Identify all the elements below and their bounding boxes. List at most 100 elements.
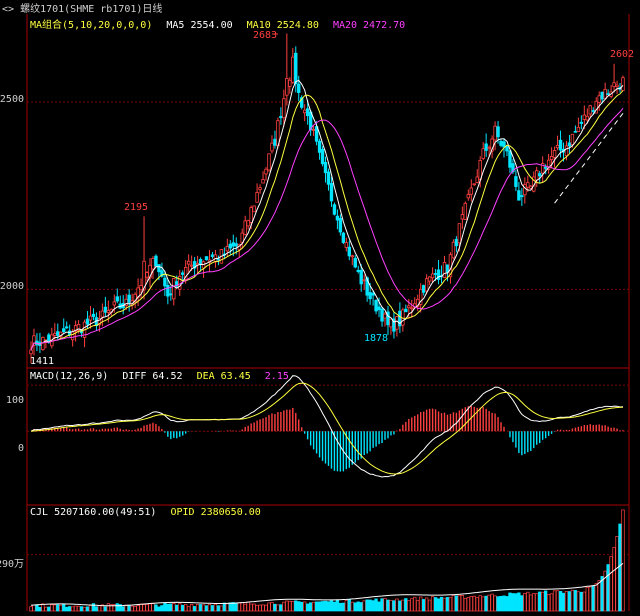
volume-bar bbox=[285, 600, 289, 612]
candle-body bbox=[103, 306, 108, 313]
volume-bar bbox=[166, 603, 170, 612]
candle-body bbox=[181, 272, 185, 275]
candle-body bbox=[154, 255, 158, 267]
candle-body bbox=[198, 258, 203, 265]
ma10-line bbox=[30, 90, 624, 351]
volume-bar bbox=[53, 604, 57, 612]
volume-bar bbox=[612, 546, 616, 612]
volume-bar bbox=[314, 601, 319, 612]
volume-bar bbox=[436, 598, 441, 612]
candle-body bbox=[145, 272, 149, 278]
candle-body bbox=[163, 277, 167, 287]
volume-bar bbox=[413, 596, 417, 612]
candle-body bbox=[499, 140, 503, 146]
candle-body bbox=[112, 301, 116, 306]
candle-body bbox=[70, 331, 75, 341]
candle-body bbox=[311, 129, 316, 131]
volume-bar bbox=[398, 600, 402, 612]
volume-bar bbox=[618, 523, 622, 612]
volume-bar bbox=[332, 601, 337, 612]
candle-body bbox=[359, 269, 363, 285]
candle-body bbox=[514, 176, 518, 187]
candle-body bbox=[169, 293, 173, 296]
volume-bar bbox=[502, 595, 506, 612]
volume-bar bbox=[201, 604, 206, 612]
candle-body bbox=[297, 83, 301, 93]
candle-body bbox=[88, 315, 93, 321]
candle-body bbox=[243, 220, 247, 235]
candle-body bbox=[383, 313, 387, 319]
volume-bar bbox=[561, 592, 566, 612]
volume-bar bbox=[442, 597, 447, 612]
volume-bar bbox=[514, 593, 518, 612]
volume-bar bbox=[79, 606, 84, 612]
volume-bar bbox=[246, 601, 250, 612]
volume-bar bbox=[160, 605, 164, 612]
candlestick-series[interactable] bbox=[29, 33, 625, 364]
volume-bar bbox=[231, 602, 235, 612]
volume-bar bbox=[181, 604, 185, 612]
price-tick-2000: 2000 bbox=[0, 281, 24, 292]
candle-body bbox=[520, 195, 524, 198]
candle-body bbox=[582, 114, 587, 120]
volume-bar bbox=[478, 595, 482, 612]
candle-body bbox=[288, 79, 292, 87]
volume-bar bbox=[335, 599, 340, 612]
volume-bar bbox=[124, 605, 128, 612]
candle-body bbox=[484, 143, 488, 151]
volume-bar bbox=[460, 595, 465, 612]
candle-body bbox=[341, 232, 346, 243]
candle-body bbox=[463, 202, 468, 220]
candle-body bbox=[56, 331, 60, 336]
volume-bar bbox=[439, 596, 444, 612]
candle-body bbox=[329, 183, 334, 202]
volume-bar bbox=[383, 598, 387, 612]
volume-bar bbox=[448, 597, 453, 612]
candle-body bbox=[305, 108, 310, 117]
candle-body bbox=[475, 176, 479, 183]
volume-bar bbox=[136, 605, 140, 612]
volume-bar bbox=[511, 593, 515, 612]
candle-body bbox=[338, 218, 343, 233]
volume-bar bbox=[558, 591, 563, 612]
annotation-low: 1878 bbox=[364, 333, 388, 344]
candle-body bbox=[166, 284, 170, 297]
candle-body bbox=[603, 88, 607, 99]
volume-bar bbox=[139, 603, 143, 612]
volume-bar bbox=[329, 600, 334, 612]
volume-bar bbox=[151, 603, 155, 612]
diff-line bbox=[30, 375, 624, 478]
volume-bar bbox=[300, 601, 304, 612]
candle-body bbox=[294, 52, 298, 85]
volume-bar bbox=[29, 606, 33, 612]
volume-bar bbox=[606, 564, 610, 612]
volume-bar bbox=[582, 591, 586, 612]
volume-bar bbox=[549, 593, 554, 612]
candle-body bbox=[344, 242, 349, 248]
volume-bar bbox=[82, 606, 87, 612]
candle-body bbox=[270, 142, 274, 152]
volume-bar bbox=[213, 603, 218, 612]
candle-body bbox=[585, 115, 590, 121]
volume-bar bbox=[73, 605, 78, 612]
candle-body bbox=[172, 278, 176, 300]
candle-body bbox=[433, 273, 438, 275]
volume-bar bbox=[127, 605, 131, 612]
candle-body bbox=[555, 145, 560, 149]
candle-body bbox=[442, 262, 447, 278]
volume-bar bbox=[579, 591, 584, 612]
volume-bar bbox=[133, 606, 137, 612]
candle-body bbox=[347, 246, 352, 257]
volume-bar bbox=[326, 601, 331, 612]
kline-chart[interactable]: 2500 2000 100 0 290万 2683 2602 2195 1878… bbox=[0, 0, 640, 616]
volume-bar bbox=[68, 606, 72, 612]
volume-bar bbox=[44, 606, 48, 612]
volume-bar bbox=[294, 600, 298, 612]
candle-body bbox=[264, 168, 268, 175]
candle-body bbox=[189, 264, 194, 267]
volume-bar bbox=[552, 590, 557, 612]
volume-bar bbox=[386, 599, 390, 612]
candle-body bbox=[600, 91, 604, 100]
candle-body bbox=[228, 243, 233, 249]
candle-body bbox=[612, 82, 616, 88]
